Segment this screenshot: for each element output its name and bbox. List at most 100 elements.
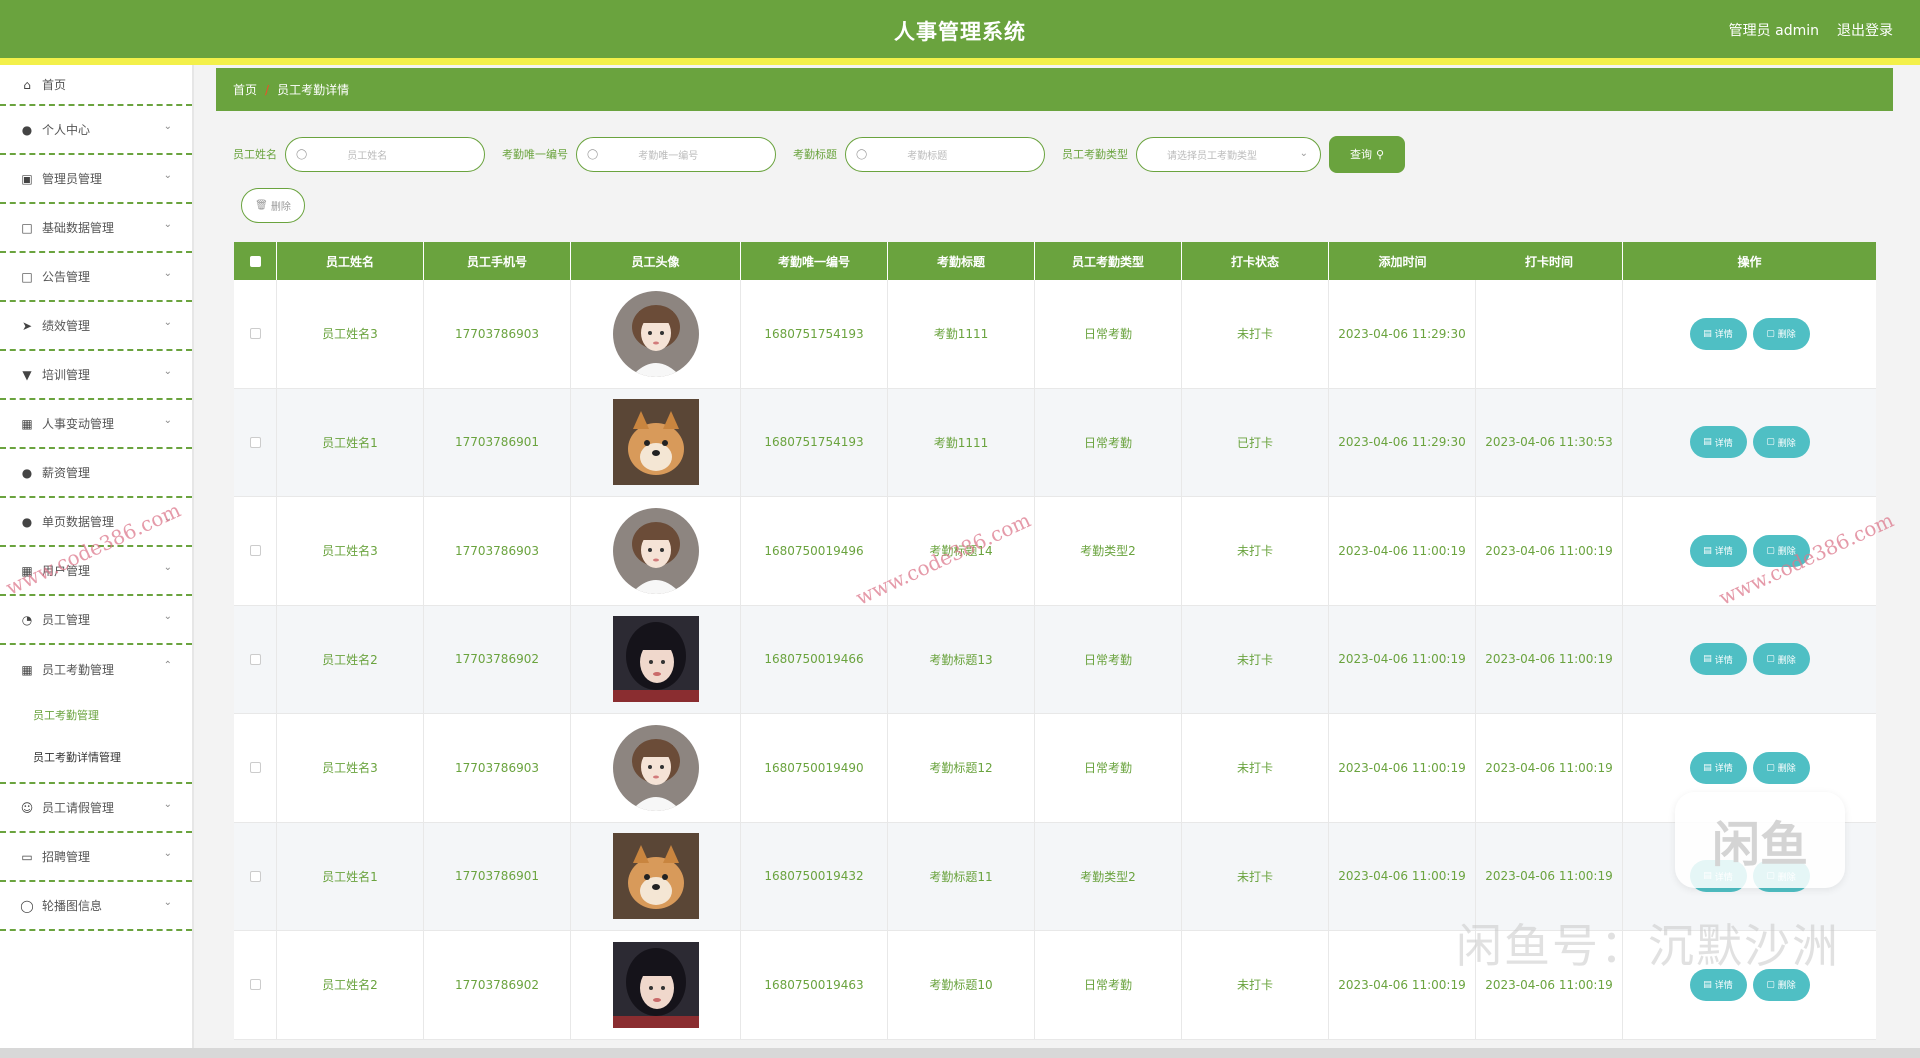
table-row: 员工姓名3 17703786903 1680750019496 考勤标题14 考勤类型2… bbox=[234, 497, 1876, 606]
delete-button[interactable]: ▢删除 bbox=[1752, 643, 1810, 676]
row-checkbox[interactable] bbox=[249, 545, 261, 557]
row-checkbox[interactable] bbox=[249, 436, 261, 448]
sidebar-item-attendance[interactable]: ▦ 员工考勤管理 ⌃ bbox=[0, 645, 192, 694]
delete-button[interactable]: ▢删除 bbox=[1752, 751, 1810, 784]
sidebar-item-employees[interactable]: ◔ 员工管理 ⌄ bbox=[0, 596, 192, 645]
search-icon: ◯ bbox=[587, 148, 599, 160]
sidebar-item-admins[interactable]: ▣ 管理员管理 ⌄ bbox=[0, 155, 192, 204]
chevron-down-icon: ⌄ bbox=[163, 317, 172, 328]
col-punch: 打卡时间 bbox=[1476, 242, 1623, 280]
type-select[interactable]: 请选择员工考勤类型 ⌄ bbox=[1136, 136, 1321, 172]
user-icon: ● bbox=[21, 122, 33, 137]
avatar bbox=[612, 399, 699, 486]
sidebar-item-training[interactable]: ▼ 培训管理 ⌄ bbox=[0, 351, 192, 400]
sidebar-item-notices[interactable]: □ 公告管理 ⌄ bbox=[0, 253, 192, 302]
sidebar-item-base-data[interactable]: □ 基础数据管理 ⌄ bbox=[0, 204, 192, 253]
table-row: 员工姓名1 17703786901 1680751754193 考勤1111 日常考勤已… bbox=[234, 388, 1876, 497]
row-checkbox[interactable] bbox=[249, 870, 261, 882]
cell-punch: 2023-04-06 11:30:53 bbox=[1476, 388, 1623, 496]
sidebar-item-label: 薪资管理 bbox=[42, 466, 91, 480]
cell-phone: 17703786902 bbox=[424, 605, 571, 713]
sidebar-item-home[interactable]: ⌂ 首页 bbox=[0, 65, 192, 106]
batch-delete-button[interactable]: 🗑 删除 bbox=[241, 188, 305, 223]
sidebar-item-recruitment[interactable]: ▭ 招聘管理 ⌄ bbox=[0, 833, 192, 882]
breadcrumb-home[interactable]: 首页 bbox=[233, 81, 257, 98]
cell-uid: 1680750019463 bbox=[741, 931, 888, 1039]
submenu-attendance[interactable]: 员工考勤管理 bbox=[0, 694, 192, 736]
dashboard-icon: ◔ bbox=[21, 612, 33, 627]
watermark-text: 闲鱼号：沉默沙洲 bbox=[1456, 919, 1840, 973]
card-icon: ▭ bbox=[21, 849, 33, 864]
detail-button[interactable]: ▤详情 bbox=[1689, 643, 1747, 676]
sidebar-item-leave[interactable]: ☺ 员工请假管理 ⌄ bbox=[0, 784, 192, 833]
sidebar-item-label: 绩效管理 bbox=[42, 319, 91, 333]
cell-ops: ▤详情▢删除 bbox=[1623, 280, 1876, 388]
submenu-attendance-detail[interactable]: 员工考勤详情管理 bbox=[0, 736, 192, 778]
cell-type: 日常考勤 bbox=[1035, 280, 1182, 388]
uid-search-input[interactable]: ◯ 考勤唯一编号 bbox=[576, 136, 776, 172]
trash-icon: ▢ bbox=[1766, 979, 1775, 990]
detail-button[interactable]: ▤详情 bbox=[1689, 534, 1747, 567]
sidebar-item-hr-changes[interactable]: ▦ 人事变动管理 ⌄ bbox=[0, 400, 192, 449]
sidebar-item-carousel[interactable]: ◯ 轮播图信息 ⌄ bbox=[0, 882, 192, 931]
chevron-down-icon: ⌄ bbox=[163, 219, 172, 230]
home-icon: ⌂ bbox=[23, 77, 31, 92]
briefcase-icon: ▣ bbox=[21, 171, 33, 186]
row-checkbox[interactable] bbox=[249, 653, 261, 665]
sidebar-item-profile[interactable]: ● 个人中心 ⌄ bbox=[0, 106, 192, 155]
query-button[interactable]: 查询 ⚲ bbox=[1329, 135, 1405, 173]
delete-button[interactable]: ▢删除 bbox=[1752, 317, 1810, 350]
detail-icon: ▤ bbox=[1703, 545, 1712, 556]
avatar bbox=[612, 507, 699, 594]
cell-name: 员工姓名3 bbox=[277, 497, 424, 605]
sidebar-item-performance[interactable]: ➤ 绩效管理 ⌄ bbox=[0, 302, 192, 351]
detail-icon: ▤ bbox=[1703, 979, 1712, 990]
cell-name: 员工姓名1 bbox=[277, 388, 424, 496]
detail-button[interactable]: ▤详情 bbox=[1689, 751, 1747, 784]
row-checkbox[interactable] bbox=[249, 979, 261, 991]
detail-button[interactable]: ▤详情 bbox=[1689, 317, 1747, 350]
cell-name: 员工姓名3 bbox=[277, 280, 424, 388]
cell-added: 2023-04-06 11:00:19 bbox=[1329, 605, 1476, 713]
cell-title: 考勤标题12 bbox=[888, 714, 1035, 822]
detail-icon: ▤ bbox=[1703, 762, 1712, 773]
detail-label: 详情 bbox=[1714, 981, 1733, 992]
col-status: 打卡状态 bbox=[1182, 242, 1329, 280]
row-checkbox[interactable] bbox=[249, 762, 261, 774]
chevron-down-icon: ⌄ bbox=[163, 121, 172, 132]
title-label: 考勤标题 bbox=[793, 148, 837, 161]
chat-icon: □ bbox=[21, 269, 33, 284]
cell-punch bbox=[1476, 280, 1623, 388]
row-checkbox[interactable] bbox=[249, 328, 261, 340]
chevron-down-icon: ⌄ bbox=[163, 268, 172, 279]
cell-uid: 1680750019432 bbox=[741, 822, 888, 930]
cell-punch: 2023-04-06 11:00:19 bbox=[1476, 605, 1623, 713]
bottom-bar bbox=[0, 1048, 1920, 1058]
select-all-checkbox[interactable] bbox=[249, 255, 261, 267]
avatar bbox=[612, 290, 699, 377]
cell-ops: ▤详情▢删除 bbox=[1623, 606, 1876, 714]
title-search-input[interactable]: ◯ 考勤标题 bbox=[845, 136, 1045, 172]
cell-status: 未打卡 bbox=[1182, 714, 1329, 822]
cell-added: 2023-04-06 11:00:19 bbox=[1329, 931, 1476, 1039]
send-icon: ➤ bbox=[21, 318, 33, 333]
trash-icon: ▢ bbox=[1766, 328, 1775, 339]
detail-icon: ▤ bbox=[1703, 437, 1712, 448]
cell-title: 考勤标题13 bbox=[888, 605, 1035, 713]
table-row: 员工姓名3 17703786903 1680751754193 考勤1111 日常考勤未… bbox=[234, 280, 1876, 389]
uid-label: 考勤唯一编号 bbox=[502, 148, 568, 161]
detail-button[interactable]: ▤详情 bbox=[1689, 426, 1747, 459]
breadcrumb-separator: / bbox=[265, 82, 270, 97]
name-search-input[interactable]: ◯ 员工姓名 bbox=[285, 136, 485, 172]
sidebar-item-salary[interactable]: ● 薪资管理 bbox=[0, 449, 192, 498]
trash-icon: 🗑 bbox=[255, 200, 268, 211]
sidebar-item-label: 员工请假管理 bbox=[42, 801, 115, 815]
col-type: 员工考勤类型 bbox=[1035, 242, 1182, 280]
breadcrumb-current: 员工考勤详情 bbox=[277, 83, 350, 97]
delete-button[interactable]: ▢删除 bbox=[1752, 426, 1810, 459]
avatar bbox=[612, 724, 699, 811]
cell-name: 员工姓名2 bbox=[277, 931, 424, 1039]
avatar bbox=[612, 833, 699, 920]
cell-type: 考勤类型2 bbox=[1035, 497, 1182, 605]
logout-link[interactable]: 退出登录 bbox=[1837, 20, 1893, 40]
